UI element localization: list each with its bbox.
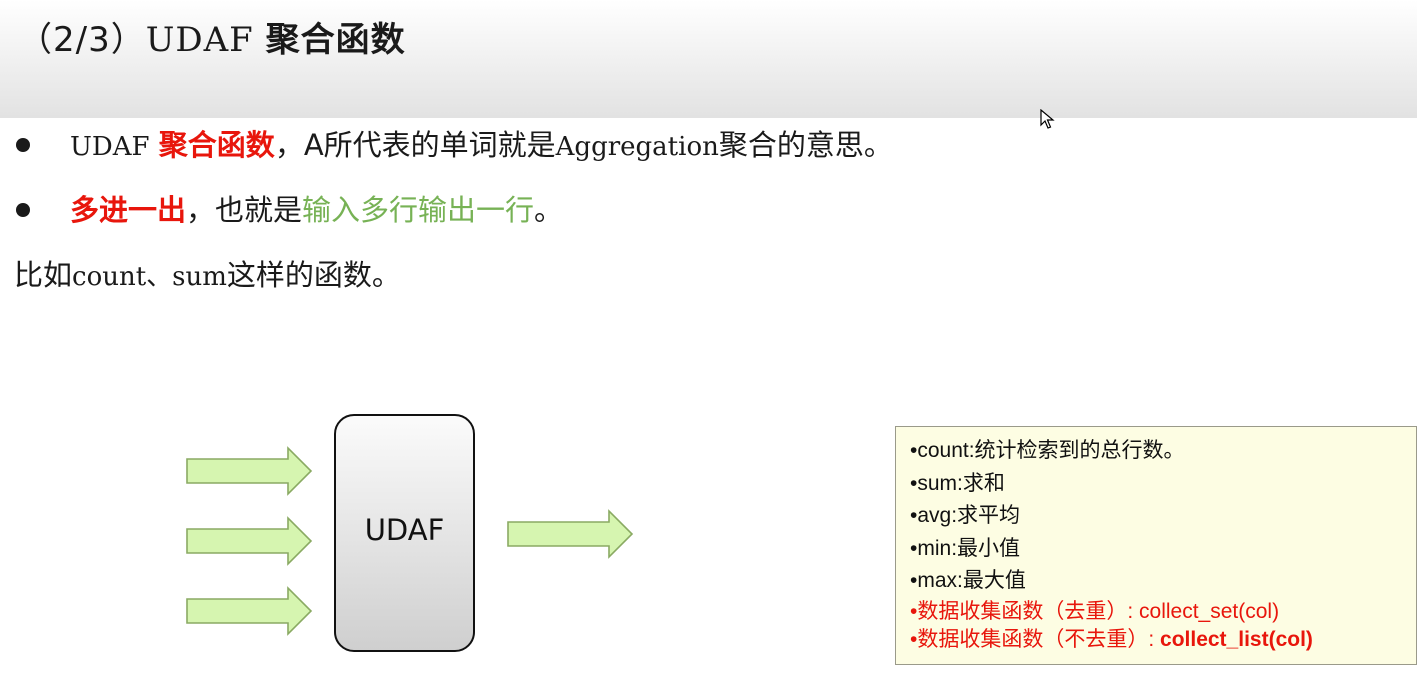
input-arrow-icon xyxy=(186,516,313,566)
title-prefix: （2/3） xyxy=(18,20,146,60)
title-name: 聚合函数 xyxy=(265,20,406,60)
collect-list-prefix: •数据收集函数（不去重）: xyxy=(910,627,1155,651)
bullet-green-text: 输入多行输出一行 xyxy=(302,193,535,227)
udaf-box: UDAF xyxy=(334,414,475,652)
bullet-dot-icon xyxy=(16,203,30,217)
function-sum: •sum:求和 xyxy=(910,471,1005,495)
bullet-word: Aggregation xyxy=(555,132,719,162)
input-arrow-icon xyxy=(186,586,313,636)
example-line: 比如count、sum这样的函数。 xyxy=(14,257,401,295)
bullet-many-to-one: 多进一出，也就是输入多行输出一行。 xyxy=(14,192,563,228)
page-title: （2/3）UDAF 聚合函数 xyxy=(18,12,406,61)
bullet-text-end: 聚合的意思。 xyxy=(718,128,893,162)
example-text-end: 这样的函数。 xyxy=(226,258,401,292)
function-collect-set: •数据收集函数（去重）: collect_set(col) xyxy=(910,599,1280,623)
bullet-highlight: 聚合函数 xyxy=(158,128,275,162)
output-arrow-icon xyxy=(507,509,634,559)
mouse-cursor-icon xyxy=(1040,109,1055,129)
udaf-box-label: UDAF xyxy=(364,513,445,547)
title-code: UDAF xyxy=(145,20,254,60)
bullet-text-end: 。 xyxy=(534,193,564,227)
example-code: count、sum xyxy=(72,262,227,292)
collect-list-name: collect_list(col) xyxy=(1154,627,1313,651)
function-min: •min:最小值 xyxy=(910,536,1021,560)
function-avg: •avg:求平均 xyxy=(910,504,1021,528)
function-count: •count:统计检索到的总行数。 xyxy=(910,439,1185,462)
bullet-text: ，A所代表的单词就是 xyxy=(274,128,556,162)
input-arrow-icon xyxy=(186,446,313,496)
bullet-code: UDAF xyxy=(70,132,150,162)
function-list-box: •count:统计检索到的总行数。 •sum:求和 •avg:求平均 •min:… xyxy=(895,426,1417,665)
bullet-dot-icon xyxy=(16,138,30,152)
example-text: 比如 xyxy=(14,258,73,292)
bullet-udaf: UDAF 聚合函数，A所代表的单词就是Aggregation聚合的意思。 xyxy=(14,127,893,165)
function-collect-list: •数据收集函数（不去重）: collect_list(col) xyxy=(910,626,1416,654)
function-max: •max:最大值 xyxy=(910,569,1026,593)
bullet-highlight: 多进一出 xyxy=(70,193,187,227)
bullet-text: ，也就是 xyxy=(186,193,303,227)
